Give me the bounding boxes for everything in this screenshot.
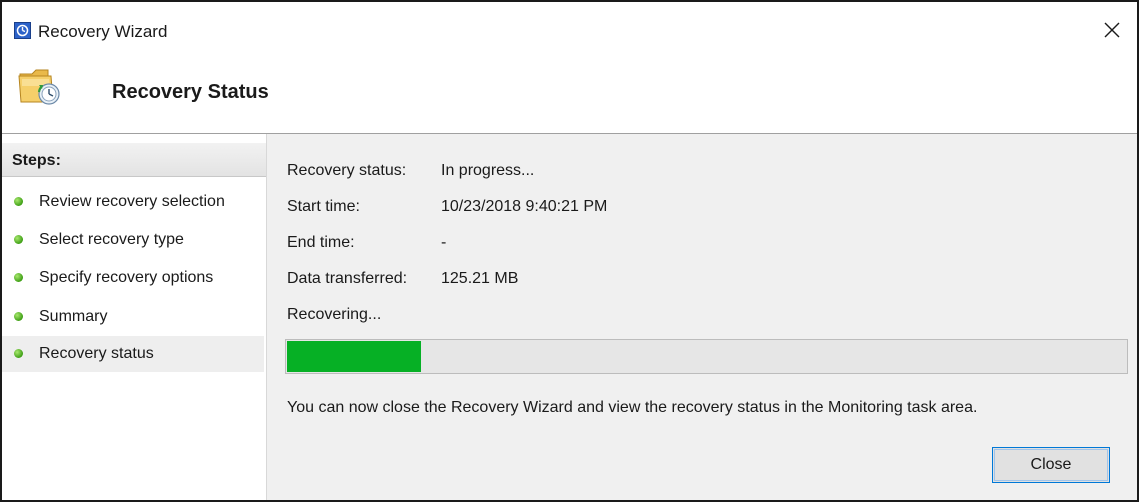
recovery-wizard-window: Recovery Wizard Recovery Status Steps: R… (0, 0, 1139, 502)
step-label: Select recovery type (39, 231, 184, 248)
page-title: Recovery Status (112, 81, 269, 103)
step-recovery-status[interactable]: Recovery status (2, 336, 264, 372)
steps-heading: Steps: (2, 143, 266, 177)
info-message: You can now close the Recovery Wizard an… (287, 399, 978, 416)
recovery-status-label: Recovery status: (287, 162, 407, 179)
end-time-label: End time: (287, 234, 355, 251)
step-current-icon (14, 349, 23, 358)
backup-app-icon (14, 22, 31, 39)
step-review-recovery-selection[interactable]: Review recovery selection (2, 184, 264, 220)
step-label: Review recovery selection (39, 193, 225, 210)
step-select-recovery-type[interactable]: Select recovery type (2, 222, 264, 258)
start-time-label: Start time: (287, 198, 360, 215)
step-complete-icon (14, 235, 23, 244)
folder-recovery-icon (18, 66, 64, 111)
recovery-status-value: In progress... (441, 162, 535, 179)
title-bar: Recovery Wizard (2, 2, 1137, 46)
step-complete-icon (14, 312, 23, 321)
step-complete-icon (14, 273, 23, 282)
step-label: Summary (39, 308, 108, 325)
start-time-value: 10/23/2018 9:40:21 PM (441, 198, 608, 215)
data-transferred-label: Data transferred: (287, 270, 408, 287)
wizard-header: Recovery Status (2, 46, 1137, 134)
window-title: Recovery Wizard (38, 22, 168, 41)
steps-sidebar: Steps: Review recovery selection Select … (2, 134, 267, 500)
step-summary[interactable]: Summary (2, 299, 264, 335)
step-complete-icon (14, 197, 23, 206)
data-transferred-value: 125.21 MB (441, 270, 519, 287)
step-label: Specify recovery options (39, 269, 214, 286)
step-label: Recovery status (39, 345, 154, 362)
recovery-progress-bar (285, 339, 1128, 374)
progress-fill (287, 341, 421, 372)
end-time-value: - (441, 234, 447, 251)
status-panel: Recovery status: In progress... Start ti… (267, 134, 1137, 500)
recovering-text: Recovering... (287, 306, 382, 323)
step-specify-recovery-options[interactable]: Specify recovery options (2, 260, 264, 296)
close-button[interactable]: Close (992, 447, 1110, 483)
close-icon[interactable] (1100, 20, 1124, 44)
